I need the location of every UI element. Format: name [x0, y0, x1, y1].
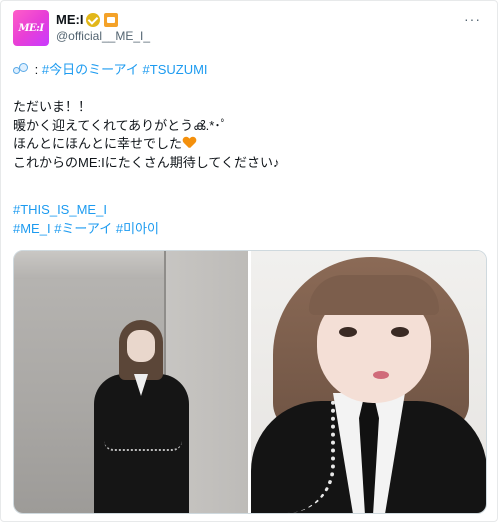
more-options-icon[interactable]: ··· [464, 11, 481, 27]
display-name[interactable]: ME:I [56, 12, 83, 27]
verified-gold-icon [86, 12, 101, 27]
hashtag-link[interactable]: #TSUZUMI [143, 62, 208, 77]
photo-subject-face [127, 330, 155, 362]
tweet-text-line: ほんとにほんとに幸せでした [13, 136, 183, 151]
tweet-text-line: これからのME:Iにたくさん期待してください♪ [13, 154, 280, 170]
tweet-text-line: 暖かく迎えてくれてありがとうൿ.*･ﾟ [13, 117, 228, 133]
hashtag-link[interactable]: #미아이 [116, 221, 159, 236]
hashtag-block-1: #THIS_IS_ME_I [13, 201, 487, 220]
user-handle[interactable]: @official__ME_I_ [56, 29, 150, 43]
hashtag-link[interactable]: #今日のミーアイ [42, 62, 139, 77]
bubbles-icon [13, 63, 29, 75]
photo-subject-eye [391, 327, 409, 337]
photo-subject-chain [104, 441, 182, 451]
photo-left[interactable] [14, 251, 249, 513]
photo-right[interactable] [251, 251, 486, 513]
photo-subject-lips [373, 371, 389, 379]
hashtag-link[interactable]: #ミーアイ [54, 221, 112, 236]
photo-subject-bangs [309, 275, 439, 315]
orange-heart-icon [183, 137, 196, 150]
avatar-logo-text: ME:I [18, 22, 44, 34]
author-name-row: ME:I [56, 11, 119, 28]
tweet-line-1: : #今日のミーアイ #TSUZUMI [13, 61, 487, 80]
avatar[interactable]: ME:I [13, 10, 49, 46]
hashtag-link[interactable]: #ME_I [13, 221, 51, 236]
tweet-body: ただいま！！ 暖かく迎えてくれてありがとうൿ.*･ﾟ ほんとにほんとに幸せでした… [13, 98, 487, 172]
photo-subject-eye [339, 327, 357, 337]
media-grid [13, 250, 487, 514]
line-1-separator: : [31, 62, 42, 77]
tweet-card: ME:I ME:I @official__ME_I_ ··· : #今日のミーア… [0, 0, 498, 522]
hashtag-link[interactable]: #THIS_IS_ME_I [13, 202, 107, 217]
affiliate-badge-icon[interactable] [104, 12, 119, 27]
hashtag-block-2: #ME_I #ミーアイ #미아이 [13, 220, 487, 239]
tweet-text-line: ただいま！！ [13, 99, 92, 114]
